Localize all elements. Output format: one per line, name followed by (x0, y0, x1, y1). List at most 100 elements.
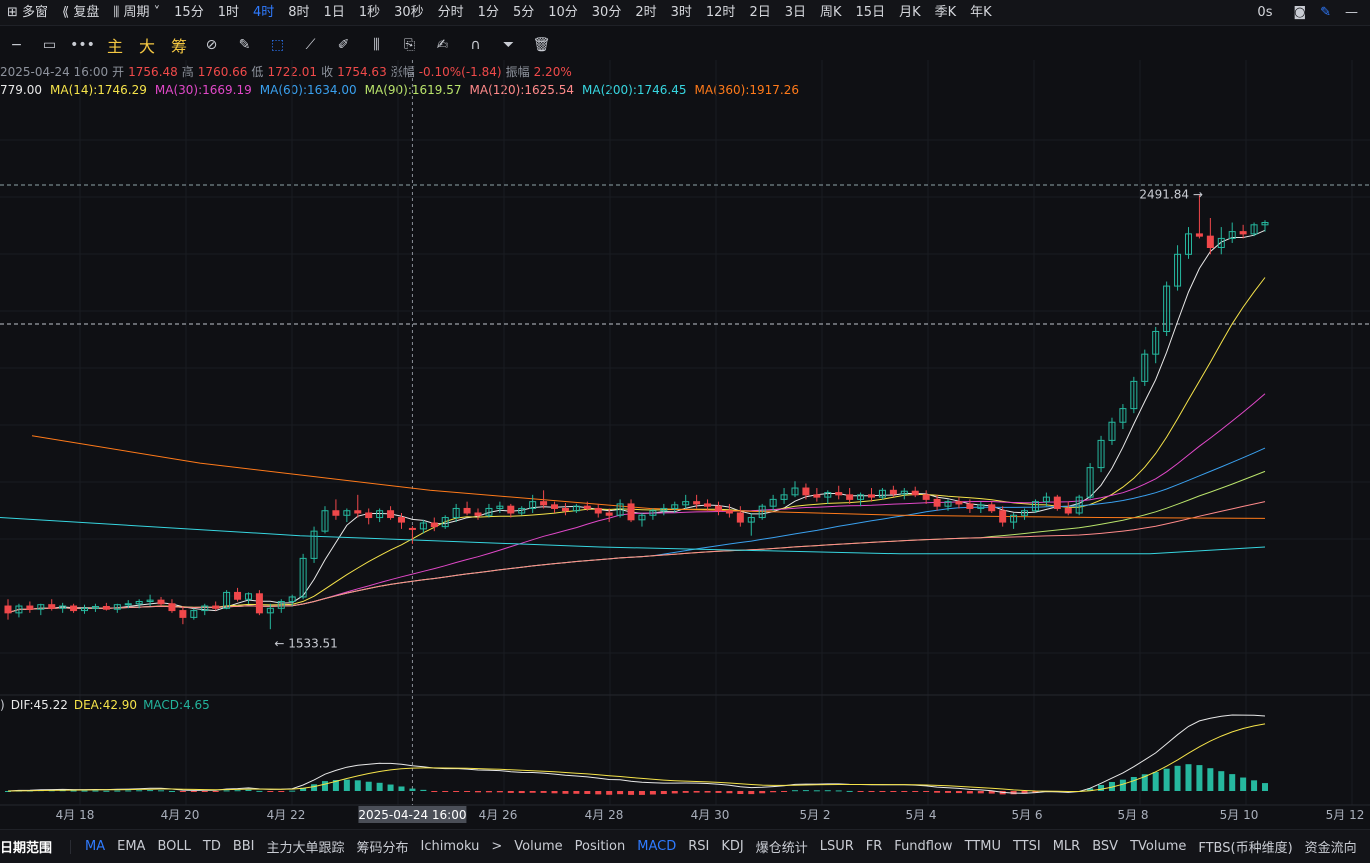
candle-body (1239, 231, 1247, 235)
indicator-tab[interactable]: KDJ (715, 839, 749, 854)
macd-bar (256, 790, 263, 792)
macd-bar (201, 791, 208, 792)
candle-body (583, 505, 591, 509)
candle-body (693, 501, 701, 505)
indicator-bar: 日期范围 MA EMA BOLL TD BBI 主力大单跟踪 筹码分布 Ichimoku > Vol… (0, 829, 1370, 863)
candle-body (846, 494, 854, 500)
candle-body (704, 503, 712, 507)
indicator-tab[interactable]: EMA (111, 839, 151, 854)
indicator-tab[interactable]: > (485, 839, 508, 854)
x-axis-label: 5月 4 (905, 808, 936, 822)
indicator-tab[interactable]: BBI (227, 839, 261, 854)
macd-bar (168, 790, 175, 792)
indicator-tab[interactable]: TTMU (959, 839, 1007, 854)
candle-body (157, 599, 165, 605)
candle-body (835, 492, 843, 496)
x-axis-label: 4月 26 (479, 808, 518, 822)
candle-body (255, 593, 263, 614)
indicator-tab[interactable]: TTSI (1007, 839, 1047, 854)
macd-bar (311, 784, 318, 791)
indicator-tab[interactable]: MLR (1047, 839, 1087, 854)
candle-body (1053, 496, 1061, 509)
candle-body (999, 510, 1007, 523)
macd-bar (660, 791, 667, 795)
indicator-tab[interactable]: Volume (508, 839, 568, 854)
indicator-tab[interactable]: MACD (631, 839, 682, 854)
macd-bar (81, 790, 88, 792)
macd-bar (781, 791, 788, 792)
indicator-tab[interactable]: BSV (1086, 839, 1124, 854)
macd-bar (136, 790, 143, 792)
indicator-tab[interactable]: FR (860, 839, 889, 854)
indicator-tab[interactable]: RSI (682, 839, 715, 854)
x-axis-label: 4月 28 (585, 808, 624, 822)
x-axis-label: 4月 18 (56, 808, 95, 822)
candle-body (813, 494, 821, 498)
macd-bar (1119, 779, 1126, 791)
indicator-tab[interactable]: Position (569, 839, 632, 854)
macd-bar (70, 790, 77, 792)
macd-bar (595, 791, 602, 795)
x-axis-label: 5月 12 (1326, 808, 1365, 822)
macd-bar (671, 791, 678, 794)
x-axis-label: 5月 8 (1117, 808, 1148, 822)
candle-body (179, 610, 187, 618)
indicator-tab[interactable]: 资金流向 (1299, 837, 1363, 856)
candle-body (365, 512, 373, 519)
macd-bar (387, 784, 394, 791)
macd-bar (234, 790, 241, 792)
macd-bar (1240, 777, 1247, 791)
candle-body (561, 507, 569, 512)
candle-body (1195, 233, 1203, 237)
candle-body (725, 510, 733, 514)
indicator-tab[interactable]: 爆仓统计 (750, 837, 814, 856)
macd-bar (289, 790, 296, 792)
candle-body (627, 503, 635, 521)
indicator-tab[interactable]: MA (79, 839, 111, 854)
macd-bar (1218, 771, 1225, 791)
macd-bar (912, 791, 919, 792)
high-annotation: 2491.84 → (1139, 187, 1203, 201)
indicator-tab[interactable]: Fundflow (888, 839, 958, 854)
indicator-tab[interactable]: 主力大单跟踪 (261, 837, 351, 856)
candle-body (605, 512, 613, 516)
macd-legend: ) DIF:45.22 DEA:42.90 MACD:4.65 (0, 697, 1370, 713)
macd-bar (857, 791, 864, 792)
macd-bar (507, 791, 514, 793)
macd-bar (518, 791, 525, 794)
candle-body (124, 603, 132, 606)
macd-bar (868, 791, 875, 792)
macd-bar (890, 791, 897, 792)
macd-bar (158, 790, 165, 792)
macd-bar (1185, 764, 1192, 791)
candle-body (168, 603, 176, 612)
candle-body (332, 510, 340, 516)
macd-bar (955, 791, 962, 794)
macd-bar (354, 780, 361, 791)
indicator-tab[interactable]: BOLL (151, 839, 196, 854)
candle-body (507, 505, 515, 514)
x-axis-label: 5月 2 (799, 808, 830, 822)
macd-bar (431, 791, 438, 792)
indicator-tab[interactable]: FTBS(币种维度) (1192, 837, 1298, 856)
indicator-tab[interactable]: TD (197, 839, 227, 854)
candle-body (234, 591, 242, 600)
candle-body (474, 512, 482, 516)
macd-bar (737, 791, 744, 795)
macd-bar (245, 789, 252, 791)
x-axis-label: 5月 6 (1011, 808, 1042, 822)
candle-body (463, 507, 471, 514)
indicator-tab[interactable]: Ichimoku (415, 839, 486, 854)
macd-bar (551, 791, 558, 794)
macd-bar (1207, 768, 1214, 791)
candle-body (911, 490, 919, 496)
indicator-tab[interactable]: LSUR (814, 839, 860, 854)
candle-body (102, 605, 110, 610)
indicator-tab[interactable]: 筹码分布 (351, 837, 415, 856)
macd-bar (1152, 772, 1159, 791)
macd-bar (420, 789, 427, 791)
x-axis-label: 4月 20 (161, 808, 200, 822)
dif-line (7, 714, 1266, 794)
indicator-tab[interactable]: TVolume (1124, 839, 1192, 854)
date-range-dropdown[interactable]: 日期范围 (0, 837, 70, 856)
